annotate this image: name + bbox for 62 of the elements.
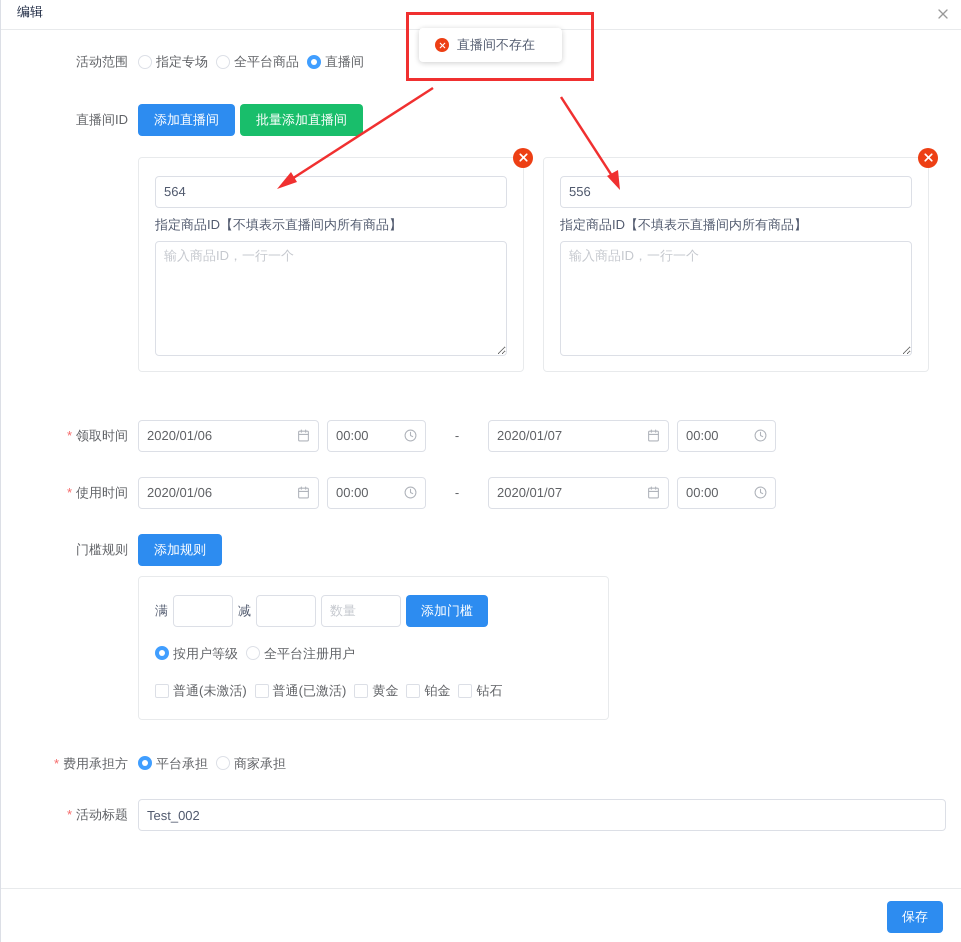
add-room-button[interactable]: 添加直播间 [138,104,235,136]
time-field[interactable]: 00:00 [327,420,426,452]
room-id-input[interactable]: 556 [560,176,912,208]
required-mark: * [54,754,59,772]
checkbox-option[interactable]: 普通(未激活) [155,681,247,700]
full-label: 满 [155,602,168,620]
room-id-input[interactable]: 564 [155,176,507,208]
error-icon [435,38,449,52]
add-threshold-button[interactable]: 添加门槛 [406,594,488,626]
date-field[interactable]: 2020/01/06 [138,420,319,452]
time-field[interactable]: 00:00 [327,476,426,508]
calendar-icon [297,429,310,442]
time-field[interactable]: 00:00 [677,476,776,508]
range-separator: - [454,484,460,502]
radio-option[interactable]: 平台承担 [138,754,208,773]
field-label: 活动标题 [76,806,128,824]
calendar-icon [297,486,310,499]
date-field[interactable]: 2020/01/07 [488,420,669,452]
dialog-title: 编辑 [17,3,43,21]
minus-amount-input[interactable] [256,594,316,626]
clock-icon [754,429,767,442]
date-field[interactable]: 2020/01/06 [138,476,319,508]
title-input[interactable]: Test_002 [138,799,946,831]
goods-textarea[interactable]: 输入商品ID，一行一个 [155,240,507,356]
save-button[interactable]: 保存 [887,901,943,933]
field-label: 费用承担方 [63,754,128,772]
field-label: 直播间ID [76,110,128,129]
minus-label: 减 [238,602,251,620]
clock-icon [404,429,417,442]
date-field[interactable]: 2020/01/07 [488,476,669,508]
goods-label: 指定商品ID【不填表示直播间内所有商品】 [155,216,403,234]
quantity-input[interactable]: 数量 [321,594,401,626]
full-amount-input[interactable] [173,594,233,626]
range-separator: - [454,426,460,445]
calendar-icon [647,429,660,442]
checkbox-option[interactable]: 铂金 [406,681,450,700]
checkbox-option[interactable]: 钻石 [458,681,502,700]
add-rule-button[interactable]: 添加规则 [138,534,222,566]
calendar-icon [647,486,660,499]
radio-option[interactable]: 全平台商品 [216,52,299,72]
checkbox-option[interactable]: 黄金 [354,681,398,700]
radio-option[interactable]: 全平台注册用户 [246,644,355,663]
field-label: 活动范围 [76,53,128,71]
toast-text: 直播间不存在 [457,36,535,54]
required-mark: * [66,484,72,502]
goods-textarea[interactable]: 输入商品ID，一行一个 [560,240,912,356]
goods-label: 指定商品ID【不填表示直播间内所有商品】 [560,216,808,234]
remove-icon[interactable] [513,148,533,168]
time-field[interactable]: 00:00 [677,420,776,452]
radio-option[interactable]: 按用户等级 [155,644,238,663]
required-mark: * [66,426,72,445]
required-mark: * [66,806,72,824]
checkbox-option[interactable]: 普通(已激活) [254,681,346,700]
clock-icon [754,486,767,499]
remove-icon[interactable] [918,148,938,168]
radio-option[interactable]: 直播间 [307,52,364,72]
field-label: 门槛规则 [76,540,128,559]
radio-option[interactable]: 商家承担 [216,754,286,773]
field-label: 领取时间 [76,426,128,445]
field-label: 使用时间 [76,484,128,502]
radio-option[interactable]: 指定专场 [138,52,208,72]
clock-icon [404,486,417,499]
